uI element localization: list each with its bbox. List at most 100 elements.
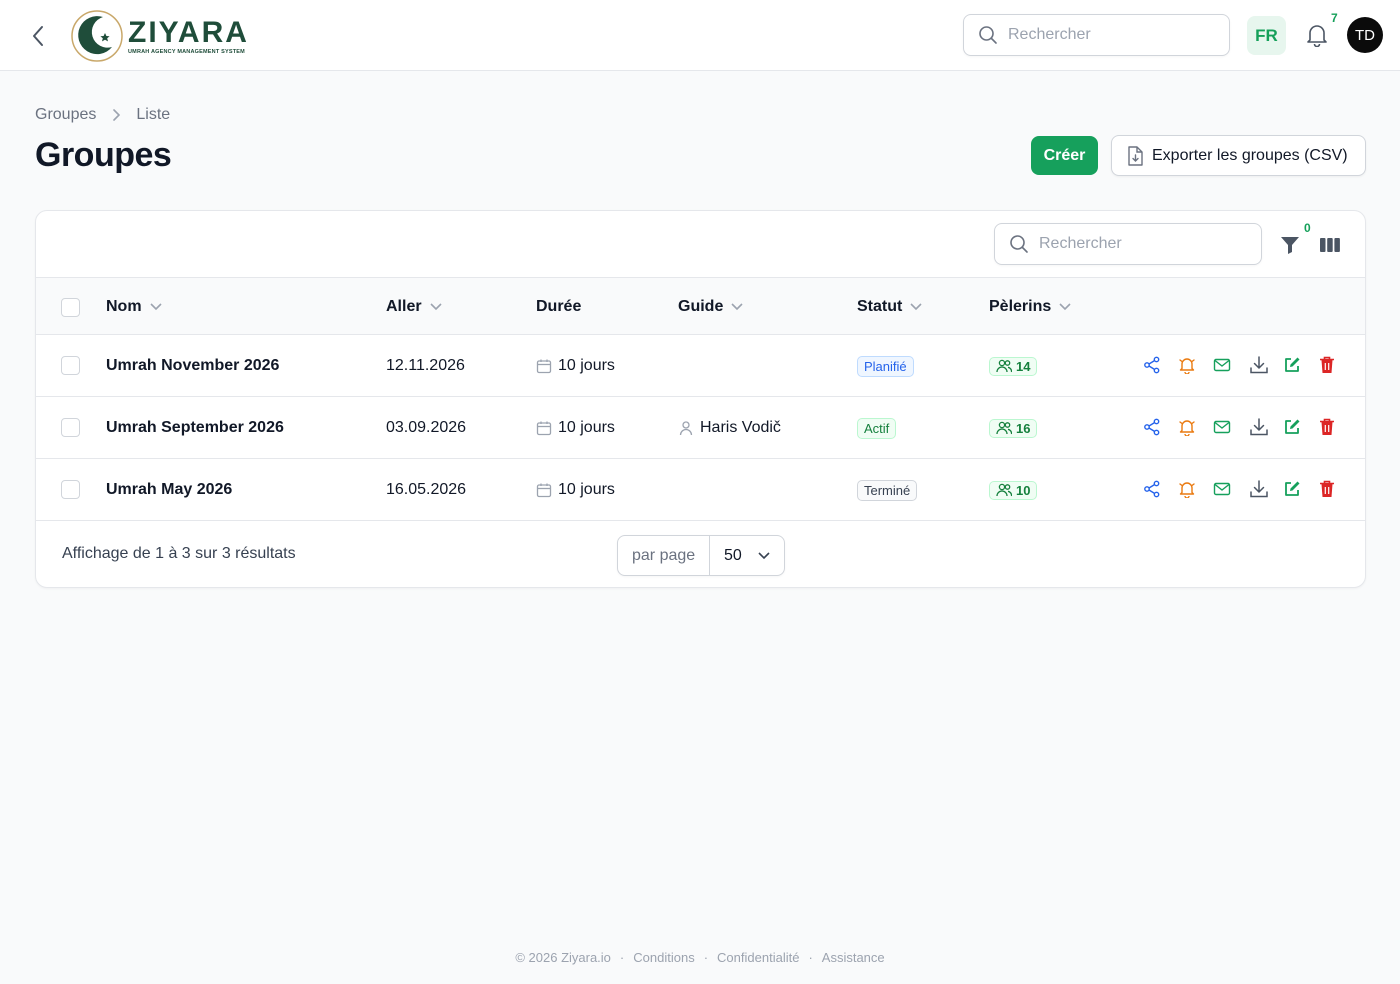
- footer-link-privacy[interactable]: Confidentialité: [717, 950, 799, 965]
- pilgrims-cell: 14: [989, 335, 1038, 397]
- user-icon: [679, 421, 693, 436]
- mail-icon: [1213, 358, 1231, 372]
- table-row[interactable]: Umrah May 2026 16.05.2026 10 jours Terminé 1…: [36, 459, 1365, 521]
- filter-button[interactable]: [1278, 233, 1302, 257]
- edit-icon: [1285, 357, 1300, 372]
- column-header-guide[interactable]: Guide: [678, 278, 743, 336]
- alert-button[interactable]: [1176, 416, 1198, 438]
- group-name[interactable]: Umrah May 2026: [106, 459, 232, 521]
- export-csv-button[interactable]: Exporter les groupes (CSV): [1111, 135, 1366, 176]
- pilgrims-count: 16: [1016, 420, 1031, 436]
- email-button[interactable]: [1211, 354, 1233, 376]
- global-search[interactable]: [963, 14, 1230, 56]
- table-row[interactable]: Umrah November 2026 12.11.2026 10 jours Pla…: [36, 335, 1365, 397]
- group-name[interactable]: Umrah September 2026: [106, 397, 284, 459]
- users-icon: [996, 421, 1012, 435]
- bell-alert-icon: [1179, 358, 1195, 374]
- pilgrims-badge[interactable]: 14: [989, 356, 1038, 376]
- delete-button[interactable]: [1316, 416, 1338, 438]
- notifications-badge: 7: [1331, 11, 1338, 25]
- funnel-icon: [1281, 237, 1299, 254]
- top-bar: ZIYARA UMRAH AGENCY MANAGEMENT SYSTEM FR…: [0, 0, 1400, 71]
- download-button[interactable]: [1248, 354, 1270, 376]
- share-button[interactable]: [1141, 354, 1163, 376]
- duration-value: 10 jours: [558, 481, 615, 498]
- column-header-departure[interactable]: Aller: [386, 278, 442, 336]
- language-button[interactable]: FR: [1247, 16, 1286, 55]
- users-icon: [996, 359, 1012, 373]
- footer-link-conditions[interactable]: Conditions: [633, 950, 694, 965]
- create-button[interactable]: Créer: [1031, 136, 1098, 175]
- bell-alert-icon: [1179, 420, 1195, 436]
- breadcrumb-item-list: Liste: [136, 106, 171, 123]
- per-page-dropdown[interactable]: 50: [710, 547, 784, 565]
- notifications-button[interactable]: [1303, 21, 1331, 49]
- table-search[interactable]: [994, 223, 1262, 265]
- separator-dot: ·: [619, 950, 625, 965]
- email-button[interactable]: [1211, 416, 1233, 438]
- per-page-value: 50: [724, 546, 742, 564]
- table-row[interactable]: Umrah September 2026 03.09.2026 10 jours Ha…: [36, 397, 1365, 459]
- row-checkbox[interactable]: [61, 356, 80, 375]
- download-button[interactable]: [1248, 478, 1270, 500]
- delete-button[interactable]: [1316, 354, 1338, 376]
- calendar-icon: [536, 483, 552, 498]
- footer-link-support[interactable]: Assistance: [822, 950, 885, 965]
- page-title: Groupes: [35, 136, 172, 174]
- edit-button[interactable]: [1281, 478, 1303, 500]
- users-icon: [996, 483, 1012, 497]
- group-name[interactable]: Umrah November 2026: [106, 335, 279, 397]
- pilgrims-badge[interactable]: 10: [989, 480, 1038, 500]
- per-page-select[interactable]: par page 50: [617, 535, 785, 576]
- breadcrumb-item-groups[interactable]: Groupes: [35, 106, 96, 124]
- column-label: Aller: [386, 298, 422, 315]
- user-avatar[interactable]: TD: [1347, 17, 1383, 53]
- columns-button[interactable]: [1318, 233, 1342, 257]
- pilgrims-badge[interactable]: 16: [989, 418, 1038, 438]
- share-icon: [1144, 480, 1160, 498]
- row-checkbox[interactable]: [61, 480, 80, 499]
- columns-icon: [1320, 238, 1340, 252]
- email-button[interactable]: [1211, 478, 1233, 500]
- results-summary: Affichage de 1 à 3 sur 3 résultats: [62, 545, 296, 562]
- logo-tagline: UMRAH AGENCY MANAGEMENT SYSTEM: [128, 48, 245, 55]
- edit-button[interactable]: [1281, 416, 1303, 438]
- back-button[interactable]: [24, 22, 52, 50]
- copyright: © 2026 Ziyara.io: [515, 950, 611, 965]
- crescent-logo-icon: [71, 10, 123, 62]
- status-badge: Terminé: [857, 479, 918, 501]
- duration-value: 10 jours: [558, 357, 615, 374]
- calendar-icon: [536, 421, 552, 436]
- download-icon: [1250, 418, 1268, 436]
- alert-button[interactable]: [1176, 354, 1198, 376]
- pilgrims-cell: 16: [989, 397, 1038, 459]
- chevron-left-icon: [33, 26, 43, 46]
- alert-button[interactable]: [1176, 478, 1198, 500]
- global-search-input[interactable]: [1008, 26, 1208, 44]
- table-footer: Affichage de 1 à 3 sur 3 résultats par p…: [36, 522, 1365, 588]
- share-button[interactable]: [1141, 416, 1163, 438]
- edit-button[interactable]: [1281, 354, 1303, 376]
- column-header-name[interactable]: Nom: [106, 278, 162, 336]
- column-header-pilgrims[interactable]: Pèlerins: [989, 278, 1071, 336]
- download-button[interactable]: [1248, 416, 1270, 438]
- site-footer: © 2026 Ziyara.io · Conditions · Confiden…: [0, 950, 1400, 965]
- column-header-duration: Durée: [536, 278, 581, 336]
- column-label: Durée: [536, 298, 582, 315]
- chevron-down-icon: [1059, 303, 1071, 311]
- delete-button[interactable]: [1316, 478, 1338, 500]
- breadcrumb: Groupes Liste: [35, 106, 170, 124]
- share-button[interactable]: [1141, 478, 1163, 500]
- column-label: Statut: [857, 298, 903, 315]
- duration-cell: 10 jours: [536, 397, 615, 459]
- trash-icon: [1320, 418, 1334, 435]
- duration-value: 10 jours: [558, 419, 615, 436]
- pilgrims-count: 14: [1016, 358, 1031, 374]
- table-search-input[interactable]: [1039, 235, 1239, 253]
- calendar-icon: [536, 359, 552, 374]
- pilgrims-count: 10: [1016, 482, 1031, 498]
- logo[interactable]: ZIYARA UMRAH AGENCY MANAGEMENT SYSTEM: [70, 9, 249, 63]
- row-checkbox[interactable]: [61, 418, 80, 437]
- column-header-status[interactable]: Statut: [857, 278, 922, 336]
- select-all-checkbox[interactable]: [61, 298, 80, 317]
